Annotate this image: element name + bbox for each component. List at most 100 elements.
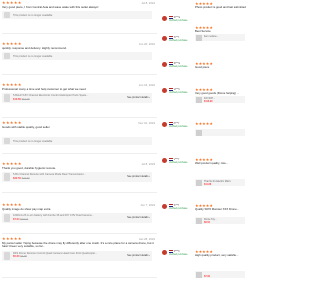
- flag-icon: [169, 250, 173, 253]
- product-unavailable-text: This product is no longer available: [13, 55, 53, 58]
- flag-icon: [169, 204, 173, 207]
- review-text: Quality image do show pay map extra: [2, 208, 51, 211]
- product-price: $7.04 $14.12: [13, 217, 29, 221]
- product-card[interactable]: This product is no longer available: [2, 11, 152, 20]
- rating-stars: ★★★★★: [2, 0, 22, 5]
- product-card[interactable]: 5.8G Channel Remote with Camera Mode Rea…: [2, 172, 152, 183]
- review-date: Jul 8, 2023: [141, 162, 155, 166]
- sidebar-review: ★★★★★ Well product quality, nice... V***…: [162, 158, 247, 198]
- review-item: ★★★★★ Jul 8, 2023 Thank you good, durabl…: [2, 161, 157, 193]
- review-date: Jun 7, 2023: [140, 203, 155, 207]
- verified-badge: Verified purchase: [169, 65, 188, 69]
- product-price: $5.60 $7.08: [13, 255, 27, 259]
- see-product-details-link[interactable]: See product details ›: [127, 175, 150, 178]
- review-text: Photo product is good and fast submitted: [195, 6, 246, 9]
- rating-stars: ★★★★★: [2, 41, 22, 46]
- verified-badge: Verified purchase: [169, 125, 188, 129]
- product-title: Item reduce...: [204, 35, 219, 38]
- product-card[interactable]: This product is no longer available: [2, 137, 152, 146]
- product-thumbnail: [196, 34, 202, 41]
- product-card[interactable]: Item reduce...: [195, 34, 245, 42]
- review-date: Jun 20, 2024: [138, 42, 155, 46]
- review-item: ★★★★★ Nov 10, 2023 Goods with stable qua…: [2, 120, 157, 154]
- product-thumbnail: [4, 173, 10, 182]
- review-date: Jun 16, 2024: [138, 83, 155, 87]
- avatar: [162, 250, 167, 255]
- review-item: ★★★★★ Jan 28, 2023 My parcel seller Yiqi…: [2, 236, 157, 278]
- sidebar-review: ★★★★★ High quality product, very satisfi…: [162, 250, 247, 294]
- product-price: $32.50 $42.90: [13, 176, 30, 180]
- product-price: $116.99: [204, 100, 213, 103]
- verified-badge: Verified purchase: [169, 253, 188, 257]
- product-thumbnail: [4, 138, 10, 145]
- avatar: [162, 88, 167, 93]
- avatar: [162, 122, 167, 127]
- verified-badge: Verified purchase: [169, 39, 188, 43]
- sidebar-review: ★★★★★ Best Service S***t Verified purcha…: [162, 26, 247, 60]
- product-thumbnail: [196, 129, 202, 136]
- rating-stars: ★★★★★: [195, 121, 213, 126]
- flag-icon: [169, 158, 173, 161]
- review-text: My parcel seller Yiqing because the dron…: [2, 242, 154, 249]
- sidebar-review: ★★★★★ Very good goods (Drone helping) ..…: [162, 88, 247, 120]
- verified-badge: Verified purchase: [169, 207, 188, 211]
- product-card[interactable]: 5.8GHz 5.8V Channel Electronic Control H…: [2, 93, 152, 104]
- product-card[interactable]: $7.99: [195, 271, 245, 279]
- product-thumbnail: [196, 271, 202, 278]
- review-text: quickly. response and delivery. Highly r…: [2, 47, 67, 50]
- flag-icon: [169, 122, 173, 125]
- rating-stars: ★★★★★: [2, 202, 22, 207]
- review-item: ★★★★★ Jun 20, 2024 quickly. response and…: [2, 41, 157, 75]
- product-unavailable-text: This product is no longer available: [13, 14, 53, 17]
- rating-stars: ★★★★★: [2, 82, 22, 87]
- product-thumbnail: [196, 179, 202, 186]
- product-card[interactable]: 1000mA 2S Li-ion battery with Ferrite 36…: [2, 213, 152, 224]
- see-product-details-link[interactable]: See product details ›: [127, 216, 150, 219]
- flag-icon: [169, 16, 173, 19]
- flag-icon: [169, 88, 173, 91]
- rating-stars: ★★★★★: [2, 236, 22, 241]
- review-date: Nov 10, 2023: [138, 121, 155, 125]
- sidebar-review: ★★★★★ Photo product is good and fast sub…: [162, 2, 247, 24]
- avatar: [162, 204, 167, 209]
- review-date: Jul 8, 2024: [141, 1, 155, 5]
- product-thumbnail: [4, 94, 10, 103]
- review-text: Well product quality, nice...: [195, 162, 229, 165]
- product-thumbnail: [4, 12, 10, 19]
- avatar: [162, 36, 167, 41]
- verified-badge: Verified purchase: [169, 161, 188, 165]
- product-price: $8.56: [204, 221, 210, 224]
- product-card[interactable]: [195, 129, 245, 136]
- review-text: High quality product, very satisfie...: [195, 254, 239, 257]
- review-text: Goods with stable quality, good seller: [2, 126, 50, 129]
- product-card[interactable]: RFS Drone Remote Control Quad Camera Hea…: [2, 251, 152, 261]
- product-thumbnail: [4, 252, 10, 260]
- sidebar-review: ★★★★★ Good piece R***a Verified purchase: [162, 62, 247, 86]
- product-card[interactable]: Drone Toy... $8.56: [195, 217, 245, 225]
- product-unavailable-text: This product is no longer available: [13, 140, 53, 143]
- review-text: Very good goods (Drone helping) ...: [195, 92, 240, 95]
- product-price: $7.99: [204, 275, 210, 278]
- verified-badge: Verified purchase: [169, 19, 188, 23]
- flag-icon: [169, 36, 173, 39]
- sidebar-review: ★★★★★ A***r Verified purchase: [162, 122, 247, 152]
- review-item: ★★★★★ Jun 7, 2023 Quality image do show …: [2, 202, 157, 234]
- verified-badge: Verified purchase: [169, 91, 188, 95]
- see-product-details-link[interactable]: See product details ›: [127, 96, 150, 99]
- sidebar-reviews: ★★★★★ Photo product is good and fast sub…: [162, 0, 247, 296]
- review-text: Professional many a time and help custom…: [2, 88, 86, 91]
- product-card[interactable]: Thai Nu Fx Electric Micro $11.88: [195, 179, 245, 187]
- rating-stars: ★★★★★: [2, 120, 22, 125]
- product-thumbnail: [4, 53, 10, 60]
- avatar: [162, 62, 167, 67]
- see-product-details-link[interactable]: See product details ›: [127, 254, 150, 257]
- review-text: Best Service: [195, 30, 211, 33]
- review-text: Thank you good, durable hygienic remote.: [2, 167, 56, 170]
- product-card[interactable]: This product is no longer available: [2, 52, 152, 61]
- sidebar-review: ★★★★★ Quality S670 Monster XXX Drone... …: [162, 204, 247, 248]
- reviews-list: ★★★★★ Jul 8, 2024 Very good piece, I fro…: [0, 0, 160, 296]
- product-card[interactable]: DJI 3CH... $116.99: [195, 96, 245, 104]
- review-date: Jan 28, 2023: [138, 237, 155, 241]
- product-thumbnail: [196, 217, 202, 224]
- product-thumbnail: [4, 214, 10, 223]
